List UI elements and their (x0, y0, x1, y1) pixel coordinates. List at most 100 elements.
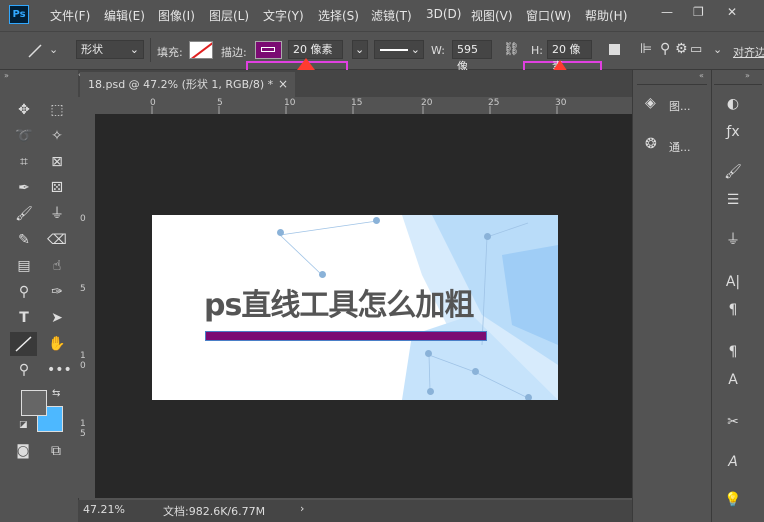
crop-tool-icon[interactable]: ⌗ (14, 152, 34, 172)
brush-tool-icon[interactable]: 🖌 (14, 204, 34, 224)
restore-button[interactable]: ❐ (693, 5, 704, 19)
quick-mask-icon[interactable]: ◙ (13, 441, 33, 461)
document-tab[interactable]: 18.psd @ 47.2% (形状 1, RGB/8) * × (80, 72, 295, 97)
menu-edit[interactable]: 编辑(E) (104, 7, 145, 24)
clone-source-icon[interactable]: ⏚ (722, 230, 744, 250)
stroke-line-preview (380, 49, 408, 51)
smudge-tool-icon[interactable]: ☝ (47, 256, 67, 276)
paragraph-styles-icon[interactable]: ¶ (722, 342, 744, 362)
brush-settings-icon[interactable]: 🖌 (722, 162, 744, 182)
menu-layer[interactable]: 图层(L) (209, 7, 249, 24)
eyedropper-icon[interactable]: ✒ (14, 178, 34, 198)
dodge-tool-icon[interactable]: ⚲ (14, 282, 34, 302)
menu-type[interactable]: 文字(Y) (263, 7, 304, 24)
default-colors-icon[interactable]: ◪ (19, 420, 28, 430)
minimize-button[interactable]: — (661, 5, 673, 19)
hand-tool-icon[interactable]: ✋ (47, 334, 67, 354)
stroke-width-input[interactable]: 20 像素 (288, 40, 343, 59)
styles-icon[interactable]: ƒx (722, 122, 744, 142)
menu-window[interactable]: 窗口(W) (526, 7, 571, 24)
menu-view[interactable]: 视图(V) (471, 7, 513, 24)
chevron-down-icon[interactable]: ⌄ (713, 43, 722, 56)
network-dot (277, 229, 284, 236)
stroke-type-select[interactable]: ⌄ (374, 40, 424, 59)
stamp-tool-icon[interactable]: ⏚ (47, 204, 67, 224)
channels-icon[interactable]: ❂ (645, 136, 657, 152)
patch-tool-icon[interactable]: ⚄ (47, 178, 67, 198)
path-alignment-icon[interactable]: ⊫ (640, 41, 652, 57)
shape-mode-select[interactable]: 形状 ⌄ (76, 40, 144, 59)
paragraph-icon[interactable]: ¶ (722, 300, 744, 320)
line-tool-icon[interactable] (25, 41, 45, 61)
path-select-icon[interactable]: ➤ (47, 308, 67, 328)
collapse-arrows-icon[interactable]: « (699, 71, 704, 80)
close-tab-icon[interactable]: × (278, 72, 288, 97)
link-icon[interactable]: ⛓ (503, 42, 520, 57)
network-dot (373, 217, 380, 224)
height-input[interactable]: 20 像素 (547, 40, 592, 73)
menu-select[interactable]: 选择(S) (318, 7, 359, 24)
channels-panel-tab[interactable]: 通... (669, 139, 691, 155)
path-operations-icon[interactable] (609, 44, 620, 55)
collapse-arrows-icon[interactable]: » (745, 71, 750, 80)
character-icon[interactable]: A| (722, 272, 744, 292)
adjustments-icon[interactable]: ◐ (722, 94, 744, 114)
type-tool-icon[interactable]: T (14, 308, 34, 328)
align-edges-checkbox-label[interactable]: 对齐边 (733, 44, 764, 60)
learn-lightbulb-icon[interactable]: 💡 (722, 490, 744, 510)
layers-panel-tab[interactable]: 图... (669, 98, 691, 114)
glyphs-icon[interactable]: A (722, 452, 744, 472)
frame-tool-icon[interactable]: ⊠ (47, 152, 67, 172)
menu-image[interactable]: 图像(I) (158, 7, 195, 24)
foreground-color-swatch[interactable] (21, 390, 47, 416)
collapse-arrows-icon[interactable]: » (4, 71, 9, 80)
menu-filter[interactable]: 滤镜(T) (371, 7, 412, 24)
move-tool-icon[interactable]: ✥ (14, 100, 34, 120)
gear-icon[interactable]: ⚙ (675, 41, 688, 57)
options-bar: ⌄ 形状 ⌄ 填充: 描边: 20 像素 ⌄ ⌄ W: 595 像 ⛓ H: 2… (0, 31, 764, 102)
purple-line-shape[interactable] (205, 331, 487, 341)
ruler-ticks (151, 106, 558, 114)
fill-swatch-none[interactable] (189, 41, 213, 59)
marquee-tool-icon[interactable]: ⬚ (47, 100, 67, 120)
workspace-icon[interactable]: ▭ (690, 42, 702, 57)
ruler-label: 5 (80, 284, 86, 294)
zoom-tool-icon[interactable]: ⚲ (14, 360, 34, 380)
lasso-tool-icon[interactable]: ➰ (14, 126, 34, 146)
chevron-down-icon: ⌄ (129, 43, 139, 56)
character-styles-icon[interactable]: A (722, 370, 744, 390)
chevron-down-icon: ⌄ (355, 43, 365, 56)
history-brush-icon[interactable]: ✎ (14, 230, 34, 250)
stroke-width-dropdown[interactable]: ⌄ (352, 40, 368, 59)
tool-preset-chevron-icon[interactable]: ⌄ (49, 43, 58, 56)
document-tab-title: 18.psd @ 47.2% (形状 1, RGB/8) * (88, 78, 274, 91)
zoom-level[interactable]: 47.21% (83, 503, 125, 516)
close-window-button[interactable]: ✕ (727, 5, 737, 19)
status-menu-arrow[interactable]: › (300, 502, 304, 515)
gradient-tool-icon[interactable]: ▤ (14, 256, 34, 276)
properties-sliders-icon[interactable]: ☰ (722, 190, 744, 210)
menu-3d[interactable]: 3D(D) (426, 7, 461, 21)
divider (150, 38, 151, 62)
horizontal-ruler: 0 5 10 15 20 25 30 (78, 97, 632, 115)
screen-mode-icon[interactable]: ⧉ (46, 441, 66, 461)
menu-file[interactable]: 文件(F) (50, 7, 90, 24)
canvas-workspace[interactable]: ps直线工具怎么加粗 (95, 114, 632, 498)
stroke-swatch-inner (261, 47, 275, 52)
pen-tool-icon[interactable]: ✑ (47, 282, 67, 302)
tools-icon[interactable]: ✂ (722, 412, 744, 432)
layers-icon[interactable]: ◈ (645, 95, 656, 111)
tools-panel: » ✥ ⬚ ➰ ✧ ⌗ ⊠ ✒ ⚄ 🖌 ⏚ ✎ ⌫ ▤ ☝ ⚲ ✑ T ➤ ✋ … (0, 70, 79, 522)
network-dot (425, 350, 432, 357)
width-input[interactable]: 595 像 (452, 40, 492, 73)
height-label: H: (531, 44, 543, 57)
eraser-icon[interactable]: ⌫ (47, 230, 67, 250)
swap-colors-icon[interactable]: ⇆ (52, 388, 60, 399)
line-tool-active[interactable] (10, 332, 37, 356)
search-icon[interactable]: ⚲ (660, 41, 670, 57)
stroke-color-swatch[interactable] (255, 41, 282, 59)
menu-help[interactable]: 帮助(H) (585, 7, 627, 24)
document-canvas[interactable]: ps直线工具怎么加粗 (152, 215, 558, 400)
more-tools-icon[interactable]: ••• (47, 360, 72, 380)
magic-wand-icon[interactable]: ✧ (47, 126, 67, 146)
